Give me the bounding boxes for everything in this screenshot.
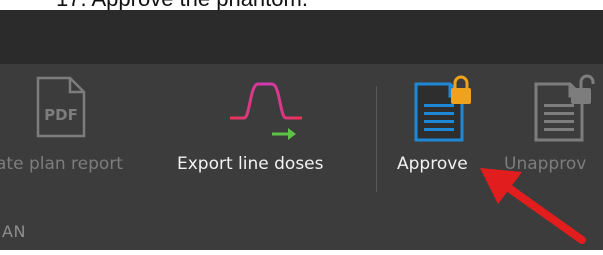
annotation-arrow-icon bbox=[480, 168, 586, 244]
export-line-doses-label: Export line doses bbox=[177, 154, 324, 174]
export-line-dose-icon bbox=[230, 82, 302, 140]
approve-label: Approve bbox=[397, 154, 468, 174]
locked-document-icon bbox=[414, 75, 471, 142]
pdf-document-icon: PDF bbox=[36, 76, 86, 138]
document-step-text: 17. Approve the phantom. bbox=[0, 0, 603, 10]
ribbon-separator bbox=[376, 86, 377, 192]
ribbon-group-label: AN bbox=[2, 222, 26, 241]
create-plan-report-label: ate plan report bbox=[0, 154, 123, 174]
title-bar bbox=[0, 10, 603, 64]
document-step-label: 17. Approve the phantom. bbox=[56, 0, 308, 10]
pdf-icon-text: PDF bbox=[44, 106, 78, 124]
unlocked-document-icon bbox=[534, 74, 595, 142]
